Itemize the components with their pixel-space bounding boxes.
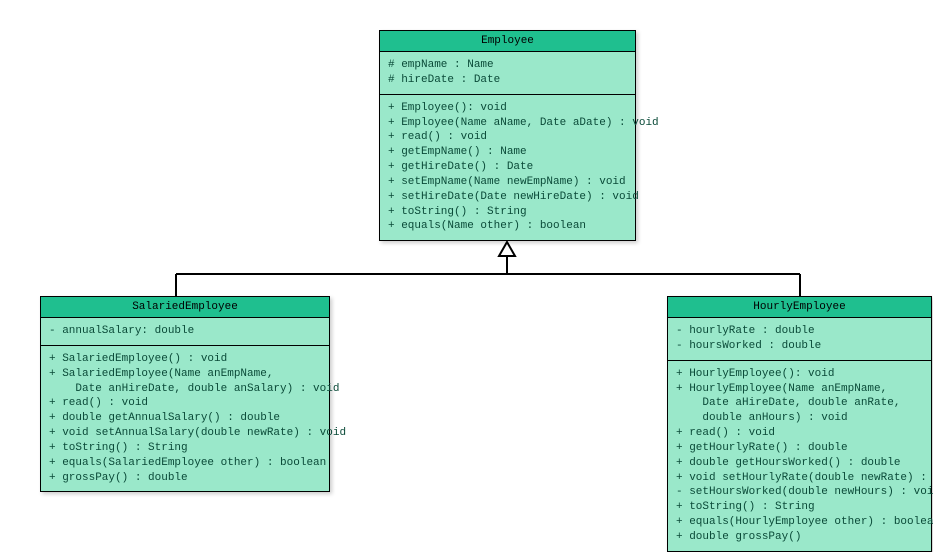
method: + read() : void [676,426,923,441]
method: + double grossPay() [676,530,923,545]
method: + void setHourlyRate(double newRate) : v… [676,471,923,486]
method: + getHourlyRate() : double [676,441,923,456]
method: + double getHoursWorked() : double [676,456,923,471]
method: + Employee(Name aName, Date aDate) : voi… [388,116,627,131]
method: + SalariedEmployee() : void [49,352,321,367]
methods-section: + HourlyEmployee(): void + HourlyEmploye… [668,361,931,551]
attributes-section: # empName : Name # hireDate : Date [380,52,635,95]
method: + equals(SalariedEmployee other) : boole… [49,456,321,471]
method: + toString() : String [388,205,627,220]
attribute: - hourlyRate : double [676,324,923,339]
methods-section: + Employee(): void + Employee(Name aName… [380,95,635,241]
class-salaried-employee: SalariedEmployee - annualSalary: double … [40,296,330,492]
method: + grossPay() : double [49,471,321,486]
class-title: Employee [380,31,635,52]
method: Date anHireDate, double anSalary) : void [49,382,321,397]
class-hourly-employee: HourlyEmployee - hourlyRate : double - h… [667,296,932,552]
attributes-section: - hourlyRate : double - hoursWorked : do… [668,318,931,361]
method: Date aHireDate, double anRate, [676,396,923,411]
method: + toString() : String [676,500,923,515]
class-title: SalariedEmployee [41,297,329,318]
method: double anHours) : void [676,411,923,426]
method: + equals(HourlyEmployee other) : boolean [676,515,923,530]
method: + Employee(): void [388,101,627,116]
class-employee: Employee # empName : Name # hireDate : D… [379,30,636,241]
method: + read() : void [49,396,321,411]
method: + double getAnnualSalary() : double [49,411,321,426]
attributes-section: - annualSalary: double [41,318,329,346]
method: - setHoursWorked(double newHours) : void [676,485,923,500]
class-title: HourlyEmployee [668,297,931,318]
method: + SalariedEmployee(Name anEmpName, [49,367,321,382]
method: + HourlyEmployee(): void [676,367,923,382]
methods-section: + SalariedEmployee() : void + SalariedEm… [41,346,329,492]
attribute: # empName : Name [388,58,627,73]
method: + setHireDate(Date newHireDate) : void [388,190,627,205]
method: + getHireDate() : Date [388,160,627,175]
method: + toString() : String [49,441,321,456]
attribute: # hireDate : Date [388,73,627,88]
attribute: - annualSalary: double [49,324,321,339]
method: + read() : void [388,130,627,145]
attribute: - hoursWorked : double [676,339,923,354]
method: + HourlyEmployee(Name anEmpName, [676,382,923,397]
method: + getEmpName() : Name [388,145,627,160]
method: + equals(Name other) : boolean [388,219,627,234]
method: + setEmpName(Name newEmpName) : void [388,175,627,190]
method: + void setAnnualSalary(double newRate) :… [49,426,321,441]
